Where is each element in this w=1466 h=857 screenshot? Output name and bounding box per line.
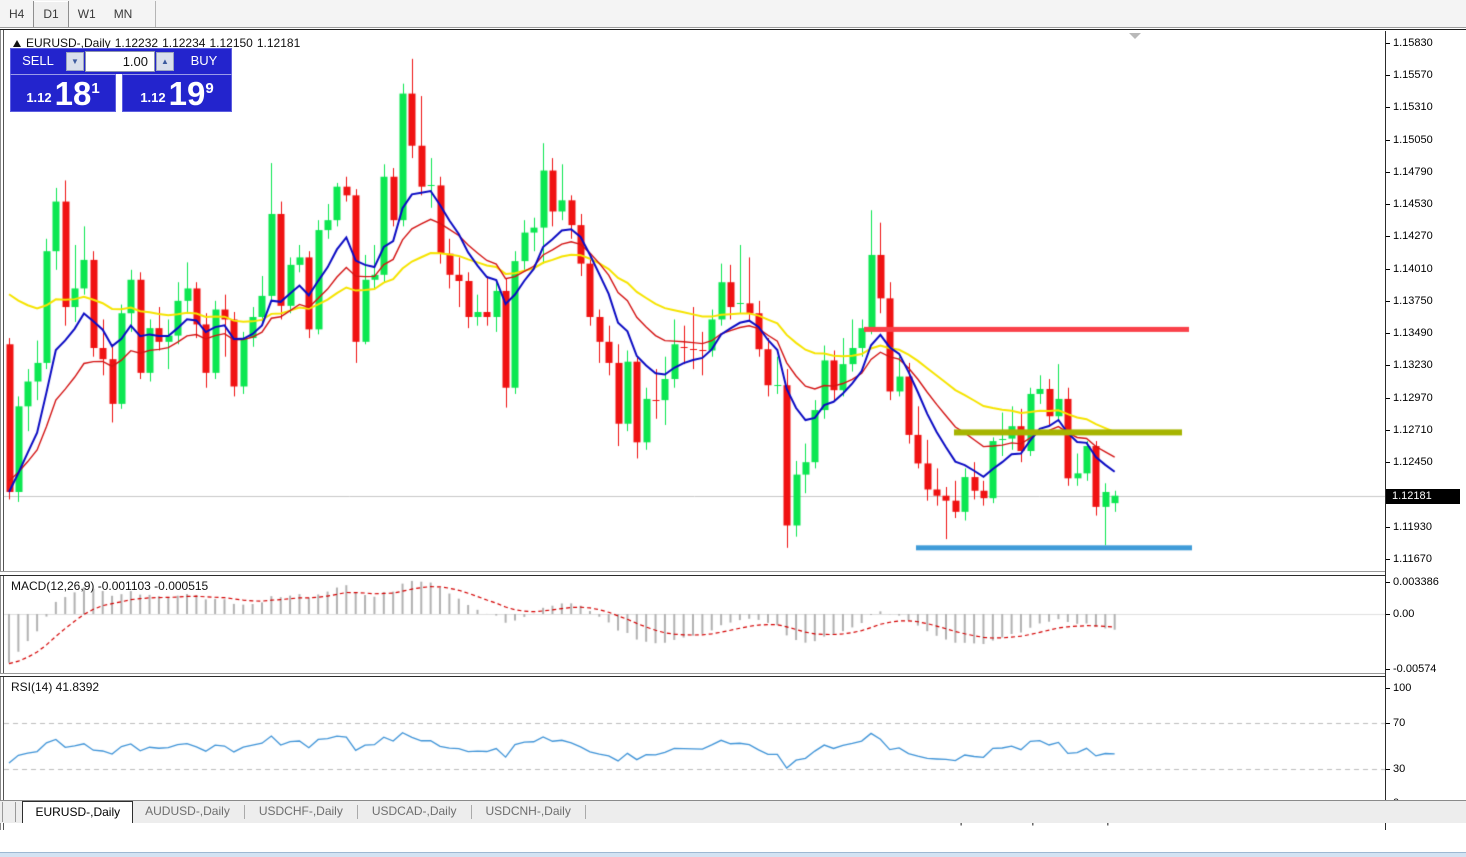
axis-tick <box>1386 204 1390 205</box>
price-axis-label: 1.11670 <box>1393 553 1432 565</box>
price-axis-label: 1.15050 <box>1393 134 1433 146</box>
main-chart-panel: EURUSD-,Daily1.122321.122341.121501.1218… <box>4 31 1385 571</box>
price-axis-label: 1.13230 <box>1393 359 1433 371</box>
axis-tick <box>1386 462 1390 463</box>
timeframe-tab-h4[interactable]: H4 <box>0 1 33 27</box>
axis-tick <box>1386 43 1390 44</box>
axis-tick <box>1386 333 1390 334</box>
axis-tick <box>1386 107 1390 108</box>
rsi-label: RSI(14) 41.8392 <box>11 680 99 694</box>
rsi-chart-canvas[interactable] <box>4 677 1385 807</box>
macd-chart-canvas[interactable] <box>4 576 1385 673</box>
tab-separator <box>471 805 472 819</box>
axis-tick <box>1386 614 1390 615</box>
chart-shift-marker-icon <box>1129 33 1141 39</box>
axis-tick <box>1386 140 1390 141</box>
chart-workspace: EURUSD-,Daily1.122321.122341.121501.1218… <box>0 29 1466 852</box>
price-axis-label: 1.15310 <box>1393 101 1433 113</box>
symbol-tab-audusd[interactable]: AUDUSD-,Daily <box>133 801 242 823</box>
sell-price-button[interactable]: 1.12 18 1 <box>10 74 116 112</box>
buy-price-prefix: 1.12 <box>140 90 165 105</box>
price-axis-label: 1.13490 <box>1393 327 1433 339</box>
rsi-axis-label: 30 <box>1393 763 1405 775</box>
axis-tick <box>1386 582 1390 583</box>
toolbar-separator <box>155 1 156 27</box>
axis-tick <box>1386 398 1390 399</box>
buy-price-button[interactable]: 1.12 19 9 <box>122 74 232 112</box>
price-axis-label: 1.15830 <box>1393 37 1433 49</box>
sell-button[interactable]: SELL <box>11 49 65 74</box>
axis-tick <box>1386 269 1390 270</box>
symbol-tab-bar: EURUSD-,DailyAUDUSD-,DailyUSDCHF-,DailyU… <box>0 800 1466 823</box>
buy-price-digits: 19 <box>169 79 206 109</box>
symbol-tab-usdcad[interactable]: USDCAD-,Daily <box>360 801 469 823</box>
current-bid-badge: 1.12181 <box>1386 489 1460 504</box>
candlestick-chart-canvas[interactable] <box>4 31 1385 571</box>
price-axis-label: 1.12710 <box>1393 424 1433 436</box>
axis-tick <box>1386 430 1390 431</box>
sell-price-pip: 1 <box>91 80 99 97</box>
symbol-triangle-icon <box>13 40 21 47</box>
axis-tick <box>1386 236 1390 237</box>
price-axis-label: 1.14530 <box>1393 198 1433 210</box>
price-axis[interactable]: 1.15830 1.15570 1.15310 1.15050 1.14790 1.145… <box>1386 30 1466 830</box>
sell-price-prefix: 1.12 <box>26 90 51 105</box>
price-axis-label: 1.14270 <box>1393 230 1433 242</box>
volume-increase-button[interactable]: ▲ <box>156 52 174 71</box>
symbol-tab-usdcnh[interactable]: USDCNH-,Daily <box>474 801 583 823</box>
axis-tick <box>1386 301 1390 302</box>
axis-tick <box>1386 669 1390 670</box>
price-axis-label: 1.15570 <box>1393 69 1433 81</box>
tab-separator <box>244 805 245 819</box>
price-axis-label: 1.12450 <box>1393 456 1433 468</box>
tab-separator <box>357 805 358 819</box>
volume-input[interactable] <box>85 51 155 72</box>
sell-price-digits: 18 <box>55 79 92 109</box>
axis-tick <box>1386 172 1390 173</box>
axis-tick <box>1386 688 1390 689</box>
window-bottom-edge <box>0 852 1466 857</box>
axis-tick <box>1386 365 1390 366</box>
macd-axis-label: 0.003386 <box>1393 576 1439 588</box>
symbol-tab-usdchf[interactable]: USDCHF-,Daily <box>247 801 355 823</box>
volume-decrease-button[interactable]: ▼ <box>66 52 84 71</box>
rsi-axis-label: 100 <box>1393 682 1411 694</box>
price-axis-label: 1.14790 <box>1393 166 1433 178</box>
price-axis-label: 1.11930 <box>1393 521 1432 533</box>
price-axis-label: 1.13750 <box>1393 295 1433 307</box>
timeframe-tab-mn[interactable]: MN <box>105 1 142 27</box>
macd-indicator-panel: MACD(12,26,9) -0.001103 -0.000515 <box>4 576 1385 673</box>
window-frame-line <box>0 30 1 830</box>
axis-tick <box>1386 75 1390 76</box>
buy-price-pip: 9 <box>205 80 213 97</box>
buy-button[interactable]: BUY <box>175 49 233 74</box>
macd-label: MACD(12,26,9) -0.001103 -0.000515 <box>11 579 208 593</box>
price-axis-label: 1.12970 <box>1393 392 1433 404</box>
rsi-axis-label: 70 <box>1393 717 1405 729</box>
rsi-indicator-panel: RSI(14) 41.8392 <box>4 677 1385 807</box>
timeframe-tab-d1[interactable]: D1 <box>33 1 68 27</box>
tab-separator <box>585 805 586 819</box>
axis-tick <box>1386 769 1390 770</box>
macd-axis-label: 0.00 <box>1393 608 1414 620</box>
tabbar-splitter[interactable] <box>2 802 16 822</box>
axis-tick <box>1386 723 1390 724</box>
symbol-tab-eurusd[interactable]: EURUSD-,Daily <box>22 801 133 823</box>
timeframe-toolbar: H4D1W1MN <box>0 0 1466 28</box>
macd-axis-label: -0.00574 <box>1393 663 1436 675</box>
price-axis-label: 1.14010 <box>1393 263 1433 275</box>
timeframe-tab-w1[interactable]: W1 <box>69 1 105 27</box>
axis-tick <box>1386 527 1390 528</box>
ohlc-close: 1.12181 <box>257 36 300 50</box>
axis-tick <box>1386 559 1390 560</box>
one-click-trading-panel: SELL ▼ ▲ BUY 1.12 18 1 1.12 19 9 <box>10 48 232 112</box>
mt4-terminal: H4D1W1MN EURUSD-,Daily1.122321.122341.12… <box>0 0 1466 857</box>
